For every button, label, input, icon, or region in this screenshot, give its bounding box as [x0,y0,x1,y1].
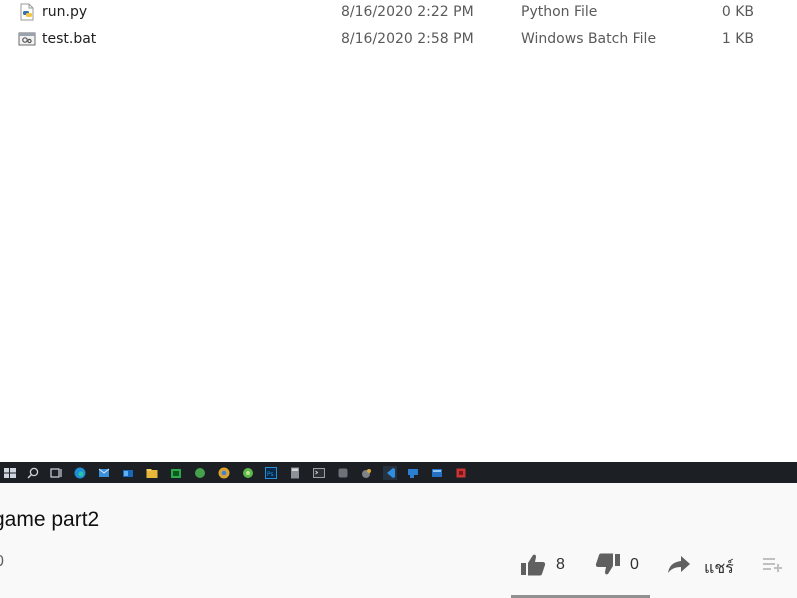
share-label: แชร์ [704,560,734,577]
dislike-button[interactable]: 0 [595,551,655,579]
file-date: 8/16/2020 2:22 PM [341,4,474,20]
file-name: test.bat [42,31,97,47]
file-list: run.py 8/16/2020 2:22 PM Python File 0 K… [0,0,797,462]
app-icon[interactable] [454,465,468,479]
thumbs-up-icon [521,554,546,576]
app-icon[interactable] [193,465,207,479]
like-button[interactable]: 8 [520,551,580,579]
store-icon[interactable] [169,465,183,479]
terminal-icon[interactable] [312,465,326,479]
task-view-icon[interactable] [49,465,63,479]
video-info-panel: game part2 0 8 0 แชร์ [0,483,797,598]
chrome-icon[interactable] [217,465,231,479]
app-icon[interactable] [336,465,350,479]
thumbs-down-icon [595,553,620,575]
save-to-playlist-button[interactable] [762,551,786,579]
file-date: 8/16/2020 2:58 PM [341,31,474,47]
search-icon[interactable] [26,465,40,479]
file-name: run.py [42,4,88,20]
app-icon[interactable] [359,465,373,479]
calculator-icon[interactable] [288,465,302,479]
photoshop-icon[interactable]: Ps [264,465,278,479]
taskbar: Ps [0,462,797,483]
outlook-icon[interactable] [121,465,135,479]
windows-start-icon[interactable] [3,465,17,479]
file-size: 0 KB [721,4,754,20]
app-icon[interactable] [241,465,255,479]
like-count: 8 [556,556,565,573]
dislike-count: 0 [630,556,639,573]
video-title: game part2 [0,508,100,531]
mail-icon[interactable] [97,465,111,479]
file-type: Windows Batch File [521,31,657,47]
share-arrow-icon [668,556,690,573]
python-file-icon [18,3,36,21]
app-icon[interactable] [430,465,444,479]
view-count: 0 [0,553,4,571]
file-row-test-bat[interactable]: test.bat 8/16/2020 2:58 PM Windows Batch… [0,27,797,53]
share-button[interactable]: แชร์ [667,551,737,579]
svg-text:Ps: Ps [267,471,274,478]
batch-file-icon [18,30,36,48]
file-size: 1 KB [721,31,754,47]
file-explorer-icon[interactable] [145,465,159,479]
app-icon[interactable] [406,465,420,479]
playlist-add-icon [763,558,782,572]
file-row-run-py[interactable]: run.py 8/16/2020 2:22 PM Python File 0 K… [0,0,797,26]
file-type: Python File [521,4,598,20]
vscode-icon[interactable] [383,463,397,483]
edge-icon[interactable] [73,465,87,479]
